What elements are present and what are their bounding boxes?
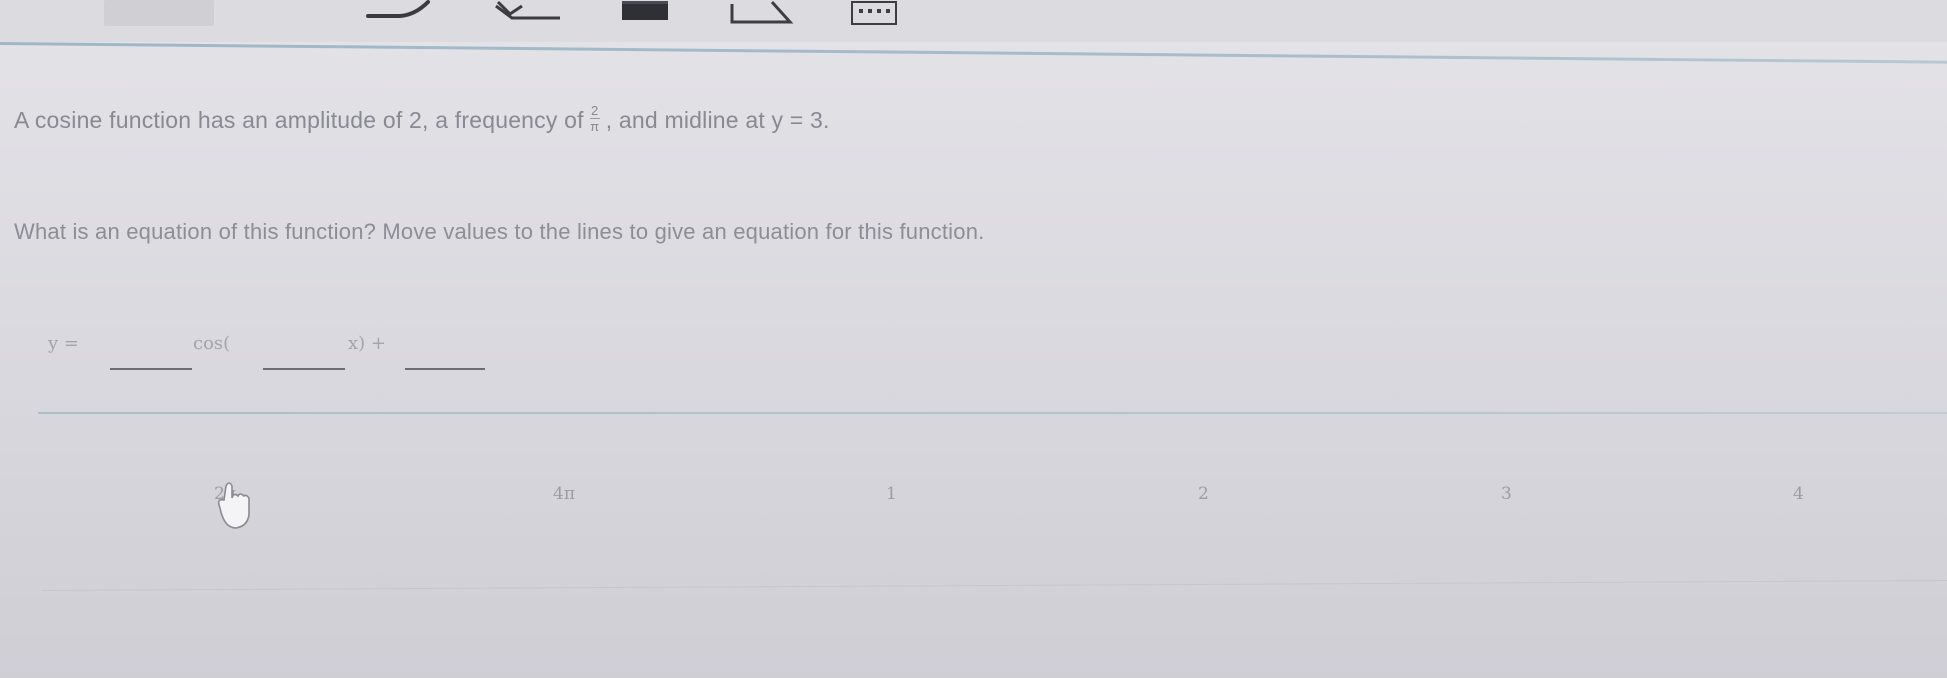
equation-lhs: y = — [48, 333, 79, 354]
midline-blank[interactable] — [405, 368, 485, 370]
prompt-text: What is an equation of this function? Mo… — [14, 219, 985, 244]
toolbar-divider — [0, 42, 1947, 64]
question-text-before: A cosine function has an amplitude of 2,… — [14, 107, 584, 133]
frequency-fraction: 2 π — [589, 103, 600, 134]
amplitude-blank[interactable] — [110, 368, 192, 370]
tile-4pi[interactable]: 4π — [553, 484, 575, 504]
highlight-bar-icon — [622, 1, 668, 20]
calculator-icon — [851, 1, 897, 25]
toolbar — [0, 0, 1947, 42]
eraser-button[interactable] — [490, 0, 570, 26]
answer-bank: 2π 4π 1 2 3 4 — [38, 418, 1947, 598]
tile-4[interactable]: 4 — [1793, 484, 1804, 504]
question-text: A cosine function has an amplitude of 2,… — [14, 103, 830, 135]
answer-bank-divider — [38, 412, 1947, 414]
tile-1[interactable]: 1 — [886, 484, 897, 504]
equation-x-part: x) + — [348, 333, 386, 354]
ruler-triangle-icon — [730, 0, 794, 24]
pen-button[interactable] — [360, 0, 440, 26]
equation-cos: cos( — [193, 333, 231, 354]
question-text-after: , and midline at y = 3. — [605, 107, 830, 133]
hand-cursor-icon — [217, 482, 250, 529]
assessment-page: A cosine function has an amplitude of 2,… — [0, 0, 1947, 678]
tab-blank-button[interactable] — [104, 0, 214, 26]
tab-blank-icon — [104, 0, 214, 26]
ruler-button[interactable] — [728, 0, 798, 26]
highlight-button[interactable] — [620, 0, 670, 26]
tile-3[interactable]: 3 — [1501, 484, 1512, 504]
fraction-denominator: π — [590, 119, 600, 134]
frequency-blank[interactable] — [263, 368, 345, 370]
calculator-button[interactable] — [850, 0, 900, 26]
fraction-numerator: 2 — [591, 103, 599, 118]
tile-2[interactable]: 2 — [1198, 484, 1209, 504]
eraser-icon — [495, 0, 560, 20]
pen-stroke-icon — [366, 0, 430, 18]
